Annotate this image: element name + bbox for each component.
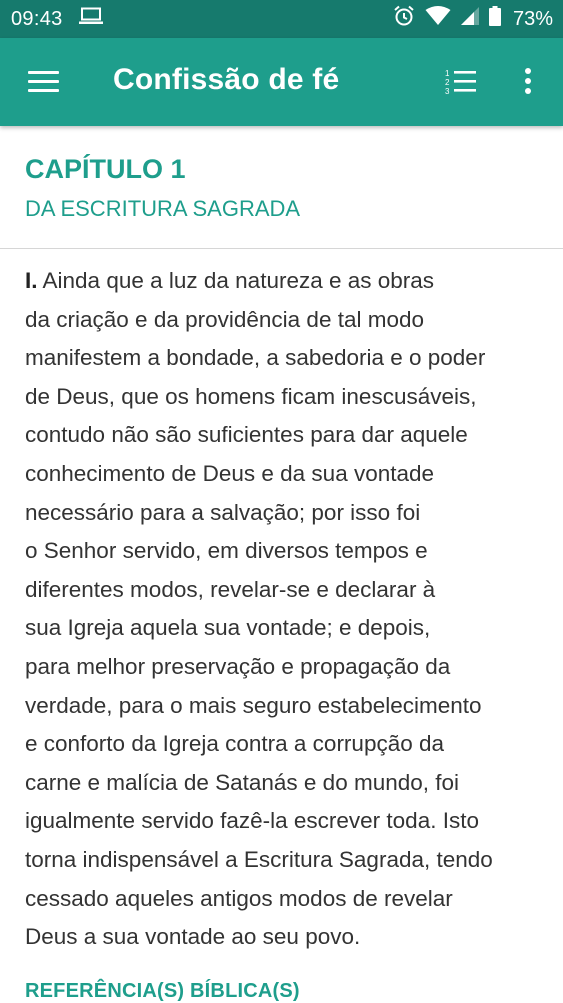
numbered-list-icon[interactable]: 1 2 3 bbox=[444, 66, 480, 98]
wifi-icon bbox=[425, 6, 451, 32]
app-bar: Confissão de fé 1 2 3 bbox=[0, 38, 563, 126]
chapter-subtitle: DA ESCRITURA SAGRADA bbox=[25, 196, 301, 221]
article-line: diferentes modos, revelar-se e declarar … bbox=[25, 576, 436, 602]
article-line: e conforto da Igreja contra a corrupção … bbox=[25, 731, 445, 757]
chapter-title: CAPÍTULO 1 bbox=[25, 154, 186, 184]
status-bar: 09:43 73% bbox=[0, 0, 563, 38]
article-line: sua Igreja aquela sua vontade; e depois, bbox=[25, 615, 431, 641]
article-line: I. Ainda que a luz da natureza e as obra… bbox=[25, 268, 435, 293]
hamburger-menu-icon[interactable] bbox=[28, 71, 60, 93]
app-title: Confissão de fé bbox=[113, 63, 340, 96]
article-line: necessário para a salvação; por isso foi bbox=[25, 499, 421, 525]
battery-percent: 73% bbox=[512, 7, 553, 30]
article-line: da criação e da providência de tal modo bbox=[25, 306, 425, 332]
chapter-header: CAPÍTULO 1 DA ESCRITURA SAGRADA bbox=[0, 126, 563, 249]
paragraph-number: I. bbox=[25, 268, 38, 293]
article-text: I. Ainda que a luz da natureza e as obra… bbox=[25, 262, 545, 957]
article-line: de Deus, que os homens ficam inescusávei… bbox=[25, 383, 477, 409]
svg-text:3: 3 bbox=[445, 87, 450, 96]
signal-icon bbox=[460, 6, 479, 32]
article-line: torna indispensável a Escritura Sagrada,… bbox=[25, 846, 493, 872]
laptop-icon bbox=[78, 7, 103, 31]
article-line: manifestem a bondade, a sabedoria e o po… bbox=[25, 345, 486, 371]
svg-text:1: 1 bbox=[445, 69, 450, 78]
article-line: Deus a sua vontade ao seu povo. bbox=[25, 924, 361, 950]
article-line: verdade, para o mais seguro estabelecime… bbox=[25, 692, 482, 718]
status-time: 09:43 bbox=[11, 7, 63, 30]
article-line: conhecimento de Deus e da sua vontade bbox=[25, 460, 435, 486]
article-line: contudo não são suficientes para dar aqu… bbox=[25, 422, 468, 448]
article-line: carne e malícia de Satanás e do mundo, f… bbox=[25, 769, 460, 795]
alarm-icon bbox=[393, 5, 415, 33]
more-vert-icon[interactable] bbox=[518, 66, 538, 98]
article-line: igualmente servido fazê-la escrever toda… bbox=[25, 808, 479, 834]
article-line: o Senhor servido, em diversos tempos e bbox=[25, 538, 428, 564]
svg-text:2: 2 bbox=[445, 78, 450, 87]
article-line: para melhor preservação e propagação da bbox=[25, 653, 451, 679]
battery-icon bbox=[488, 6, 501, 32]
article-line: cessado aqueles antigos modos de revelar bbox=[25, 885, 453, 911]
